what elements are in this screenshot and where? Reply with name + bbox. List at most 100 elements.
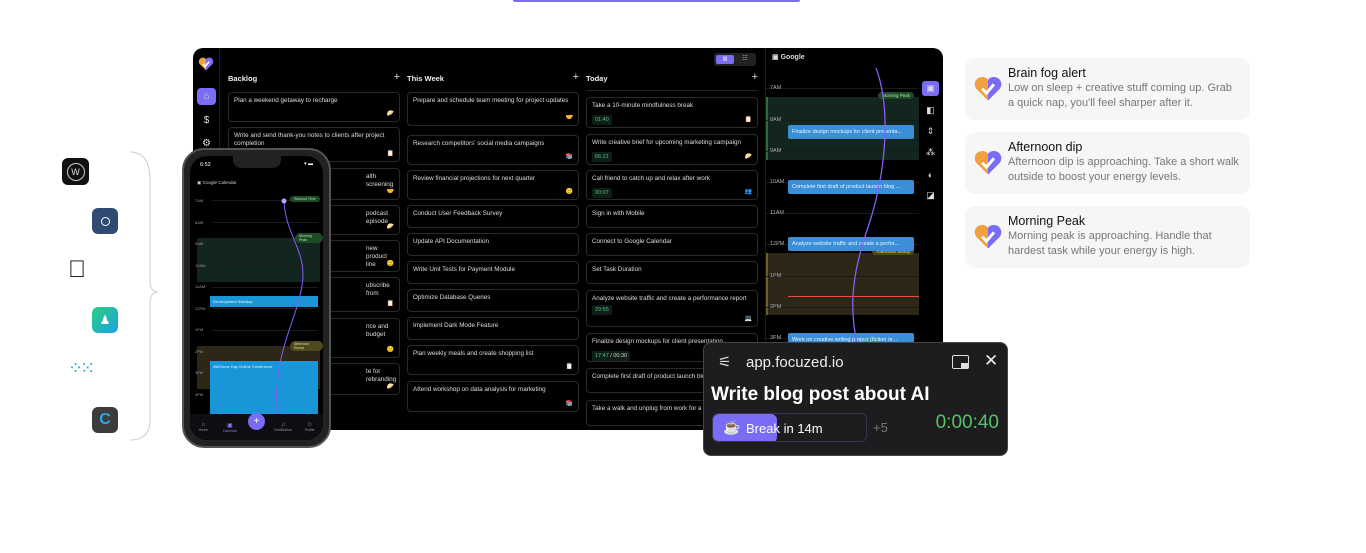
task-card[interactable]: Conduct User Feedback Survey [407, 205, 579, 228]
tab-home[interactable]: ⌂ Home [191, 422, 215, 432]
task-card[interactable]: Plan a weekend getaway to recharge 🥟 [228, 92, 400, 122]
tab-profile[interactable]: ☺ Profile [298, 422, 322, 432]
add-button[interactable]: + [244, 412, 268, 430]
task-card[interactable]: Research competitors' social media campa… [407, 135, 579, 165]
energy-curve [275, 198, 304, 417]
sleep-app-icon: ♟ [92, 307, 118, 333]
sidebar-item-billing[interactable]: $ [197, 112, 216, 129]
notion-button[interactable]: ◪ [922, 188, 939, 203]
sidebar-item-home[interactable]: ⌂ [197, 88, 216, 105]
focuzed-heart-icon [974, 224, 1002, 249]
card-text: podcast episode [366, 210, 389, 225]
emoji-icon: 📚 [565, 401, 573, 407]
task-card[interactable]: Take a 10-minute mindfulness break 01:40 📋 [586, 97, 758, 128]
card-text: Write and send thank-you notes to client… [234, 132, 385, 147]
clipboard-icon: 📋 [565, 364, 573, 370]
clipboard-icon: 📋 [386, 151, 394, 157]
task-card[interactable]: Implement Dark Mode Feature [407, 317, 579, 340]
garmin-connect-icon: C [92, 407, 118, 433]
task-card[interactable]: Set Task Duration [586, 261, 758, 284]
card-text: Finalize design mockups for client prese… [592, 338, 723, 345]
task-card[interactable]: Update API Documentation [407, 233, 579, 256]
card-text: Plan weekly meals and create shopping li… [413, 350, 534, 357]
emoji-icon: 🥟 [386, 111, 394, 117]
break-time: in 14m [783, 421, 823, 436]
card-text: Attend workshop on data analysis for mar… [413, 386, 546, 393]
apple-health-icon:  [68, 256, 86, 284]
emoji-icon: 🥟 [744, 154, 752, 160]
card-text: Implement Dark Mode Feature [413, 322, 499, 329]
task-card[interactable]: Review financial projections for next qu… [407, 170, 579, 200]
card-text: Analyze website traffic and create a per… [592, 295, 747, 302]
add-card-button[interactable]: + [752, 71, 758, 83]
emoji-icon: 🤝 [386, 189, 394, 195]
more-count[interactable]: +5 [873, 420, 888, 435]
tab-calendar[interactable]: ▣ Calendar [218, 422, 242, 433]
card-text: Write creative brief for upcoming market… [592, 139, 741, 146]
calendar-icon: ▣ [227, 422, 233, 429]
add-card-button[interactable]: + [573, 71, 579, 83]
notification-body: Afternoon dip is approaching. Take a sho… [1008, 156, 1239, 183]
task-card[interactable]: Connect to Google Calendar [586, 233, 758, 256]
trello-button[interactable]: ◧ [922, 103, 939, 118]
calendar-app-button[interactable]: ▣ [922, 81, 939, 96]
notification-card[interactable]: Brain fog alert Low on sleep + creative … [965, 58, 1250, 120]
sync-button[interactable]: ⇕ [922, 124, 939, 139]
task-card[interactable]: Write Unit Tests for Payment Module [407, 261, 579, 284]
task-timer: 00:07 [592, 188, 612, 198]
column-title: Backlog [228, 74, 258, 83]
task-card[interactable]: Sign in with Mobile [586, 205, 758, 228]
laptop-icon: 💻 [744, 316, 752, 322]
task-card[interactable]: Optimize Database Queries [407, 289, 579, 312]
notification-card[interactable]: Morning Peak Morning peak is approaching… [965, 206, 1250, 268]
add-card-button[interactable]: + [394, 71, 400, 83]
asana-button[interactable]: ⁂ [922, 145, 939, 160]
card-text: Research competitors' social media campa… [413, 140, 545, 147]
close-button[interactable]: ✕ [984, 351, 998, 371]
card-text: Take a walk and unplug from work for a b… [592, 405, 710, 412]
task-card[interactable]: Call friend to catch up and relax after … [586, 170, 758, 200]
task-timer: 01:40 [592, 115, 612, 125]
card-text: Prepare and schedule team meeting for pr… [413, 97, 569, 104]
emoji-icon: 🙂 [386, 347, 394, 353]
card-text: alth screening [366, 173, 394, 188]
task-card[interactable]: Write creative brief for upcoming market… [586, 134, 758, 165]
clipboard-icon: 📋 [386, 301, 394, 307]
linear-button[interactable]: ◐ [922, 167, 939, 182]
tab-notification[interactable]: ♫ Notification [271, 422, 295, 432]
card-text: Call friend to catch up and relax after … [592, 175, 710, 182]
task-card[interactable]: Analyze website traffic and create a per… [586, 290, 758, 327]
tab-label: Notification [274, 428, 292, 432]
card-text: Connect to Google Calendar [592, 238, 672, 245]
phone-screen: 6:52 ▾ ▬ ▣ Google Calendar 7AM 8AM 9AM 1… [190, 156, 323, 440]
phone-tab-bar: ⌂ Home ▣ Calendar + ♫ Notification ☺ Profile [190, 412, 323, 440]
task-card[interactable]: Prepare and schedule team meeting for pr… [407, 92, 579, 126]
card-text: nce and budget [366, 323, 389, 338]
emoji-icon: 📚 [565, 154, 573, 160]
column-this-week: This Week + Prepare and schedule team mee… [407, 48, 579, 430]
task-duration: / 00:30 [610, 353, 628, 359]
focuzed-heart-icon [974, 150, 1002, 175]
notification-card[interactable]: Afternoon dip Afternoon dip is approachi… [965, 132, 1250, 194]
withings-icon: W [62, 158, 89, 185]
task-card[interactable]: Attend workshop on data analysis for mar… [407, 381, 579, 412]
popup-site: app.focuzed.io [746, 354, 844, 371]
oura-icon [92, 208, 118, 234]
mobile-phone: 6:52 ▾ ▬ ▣ Google Calendar 7AM 8AM 9AM 1… [182, 148, 331, 448]
break-progress[interactable]: ☕ Break in 14m [712, 413, 867, 442]
plus-icon: + [247, 412, 265, 430]
integrations-list: W  ♟ ⁘⁙ C [62, 151, 158, 450]
sliders-icon[interactable]: ⚟ [718, 353, 731, 371]
task-card[interactable]: Plan weekly meals and create shopping li… [407, 345, 579, 375]
notification-title: Morning Peak [1008, 214, 1086, 228]
picture-in-picture-button[interactable] [952, 355, 969, 369]
card-text: Set Task Duration [592, 266, 642, 273]
notification-title: Brain fog alert [1008, 66, 1086, 80]
card-text: Write Unit Tests for Payment Module [413, 266, 515, 273]
notification-body: Morning peak is approaching. Handle that… [1008, 230, 1212, 257]
emoji-icon: 🥟 [386, 224, 394, 230]
card-text: ubscribe from [366, 282, 390, 297]
task-title: Write blog post about AI [711, 384, 930, 405]
card-text: Conduct User Feedback Survey [413, 210, 503, 217]
card-text: Update API Documentation [413, 238, 489, 245]
